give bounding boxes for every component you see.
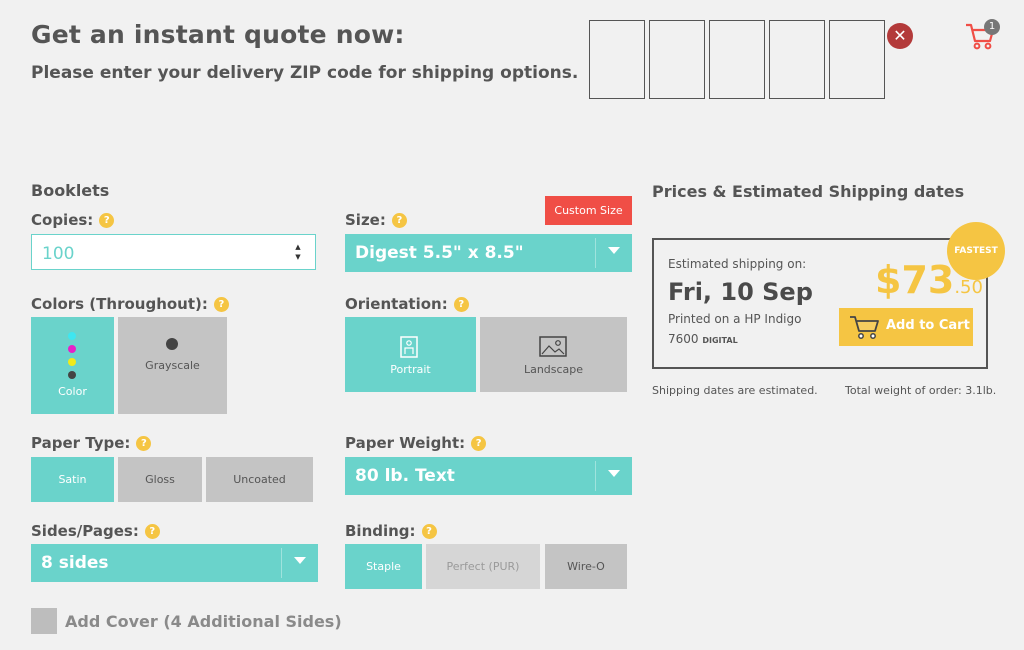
cart-icon bbox=[850, 316, 879, 339]
fastest-badge: FASTEST bbox=[947, 222, 1005, 280]
paper-weight-label: Paper Weight:? bbox=[345, 434, 487, 452]
landscape-icon bbox=[539, 336, 567, 357]
ship-date: Fri, 10 Sep bbox=[668, 278, 813, 306]
sides-label: Sides/Pages:? bbox=[31, 522, 160, 540]
paper-weight-select[interactable]: 80 lb. Text bbox=[345, 457, 632, 495]
copies-value: 100 bbox=[42, 244, 75, 264]
help-icon[interactable]: ? bbox=[99, 213, 115, 228]
portrait-icon bbox=[400, 336, 418, 358]
price-card: Estimated shipping on: Fri, 10 Sep Print… bbox=[652, 238, 988, 369]
binding-option-perfect[interactable]: Perfect (PUR) bbox=[426, 544, 540, 589]
zip-digit-4[interactable] bbox=[769, 20, 825, 99]
help-icon[interactable]: ? bbox=[471, 436, 487, 451]
help-icon[interactable]: ? bbox=[453, 297, 469, 312]
copies-label: Copies:? bbox=[31, 211, 115, 229]
size-label: Size:? bbox=[345, 211, 407, 229]
help-icon[interactable]: ? bbox=[421, 524, 437, 539]
size-select[interactable]: Digest 5.5" x 8.5" bbox=[345, 234, 632, 272]
add-to-cart-button[interactable]: Add to Cart bbox=[839, 308, 973, 346]
grayscale-dot-icon bbox=[166, 338, 178, 350]
page-title: Get an instant quote now: bbox=[31, 20, 405, 49]
chevron-down-icon bbox=[294, 557, 306, 564]
color-option-color[interactable]: Color bbox=[31, 317, 114, 414]
zip-digit-3[interactable] bbox=[709, 20, 765, 99]
press-info: 7600 DIGITAL bbox=[668, 332, 738, 346]
zip-digit-1[interactable] bbox=[589, 20, 645, 99]
paper-type-label: Paper Type:? bbox=[31, 434, 152, 452]
help-icon[interactable]: ? bbox=[391, 213, 407, 228]
binding-option-wire-o[interactable]: Wire-O bbox=[545, 544, 627, 589]
zip-digit-2[interactable] bbox=[649, 20, 705, 99]
binding-option-staple[interactable]: Staple bbox=[345, 544, 422, 589]
copies-input[interactable]: 100 ▲ ▼ bbox=[31, 234, 316, 270]
help-icon[interactable]: ? bbox=[213, 297, 229, 312]
shipping-note: Shipping dates are estimated. bbox=[652, 384, 818, 397]
weight-note: Total weight of order: 3.1lb. bbox=[845, 384, 997, 397]
page-subtitle: Please enter your delivery ZIP code for … bbox=[31, 63, 579, 83]
add-cover-checkbox[interactable] bbox=[31, 608, 57, 634]
estimated-label: Estimated shipping on: bbox=[668, 257, 807, 271]
chevron-down-icon bbox=[608, 470, 620, 477]
orientation-option-portrait[interactable]: Portrait bbox=[345, 317, 476, 392]
orientation-option-landscape[interactable]: Landscape bbox=[480, 317, 627, 392]
zip-digit-5[interactable] bbox=[829, 20, 885, 99]
paper-option-uncoated[interactable]: Uncoated bbox=[206, 457, 313, 502]
help-icon[interactable]: ? bbox=[136, 436, 152, 451]
sides-select[interactable]: 8 sides bbox=[31, 544, 318, 582]
paper-option-satin[interactable]: Satin bbox=[31, 457, 114, 502]
add-cover-label: Add Cover (4 Additional Sides) bbox=[65, 612, 342, 631]
orientation-label: Orientation:? bbox=[345, 295, 469, 313]
section-title: Booklets bbox=[31, 181, 110, 200]
close-icon[interactable]: ✕ bbox=[887, 23, 913, 49]
chevron-down-icon bbox=[608, 247, 620, 254]
binding-label: Binding:? bbox=[345, 522, 437, 540]
colors-label: Colors (Throughout):? bbox=[31, 295, 229, 313]
printed-on: Printed on a HP Indigo bbox=[668, 312, 802, 326]
pricing-title: Prices & Estimated Shipping dates bbox=[652, 182, 965, 201]
cart-count-badge: 1 bbox=[984, 19, 1000, 35]
help-icon[interactable]: ? bbox=[144, 524, 160, 539]
cmyk-icon bbox=[68, 332, 76, 379]
color-option-grayscale[interactable]: Grayscale bbox=[118, 317, 227, 414]
stepper-icon[interactable]: ▲ ▼ bbox=[293, 242, 303, 262]
paper-option-gloss[interactable]: Gloss bbox=[118, 457, 202, 502]
custom-size-button[interactable]: Custom Size bbox=[545, 196, 632, 225]
